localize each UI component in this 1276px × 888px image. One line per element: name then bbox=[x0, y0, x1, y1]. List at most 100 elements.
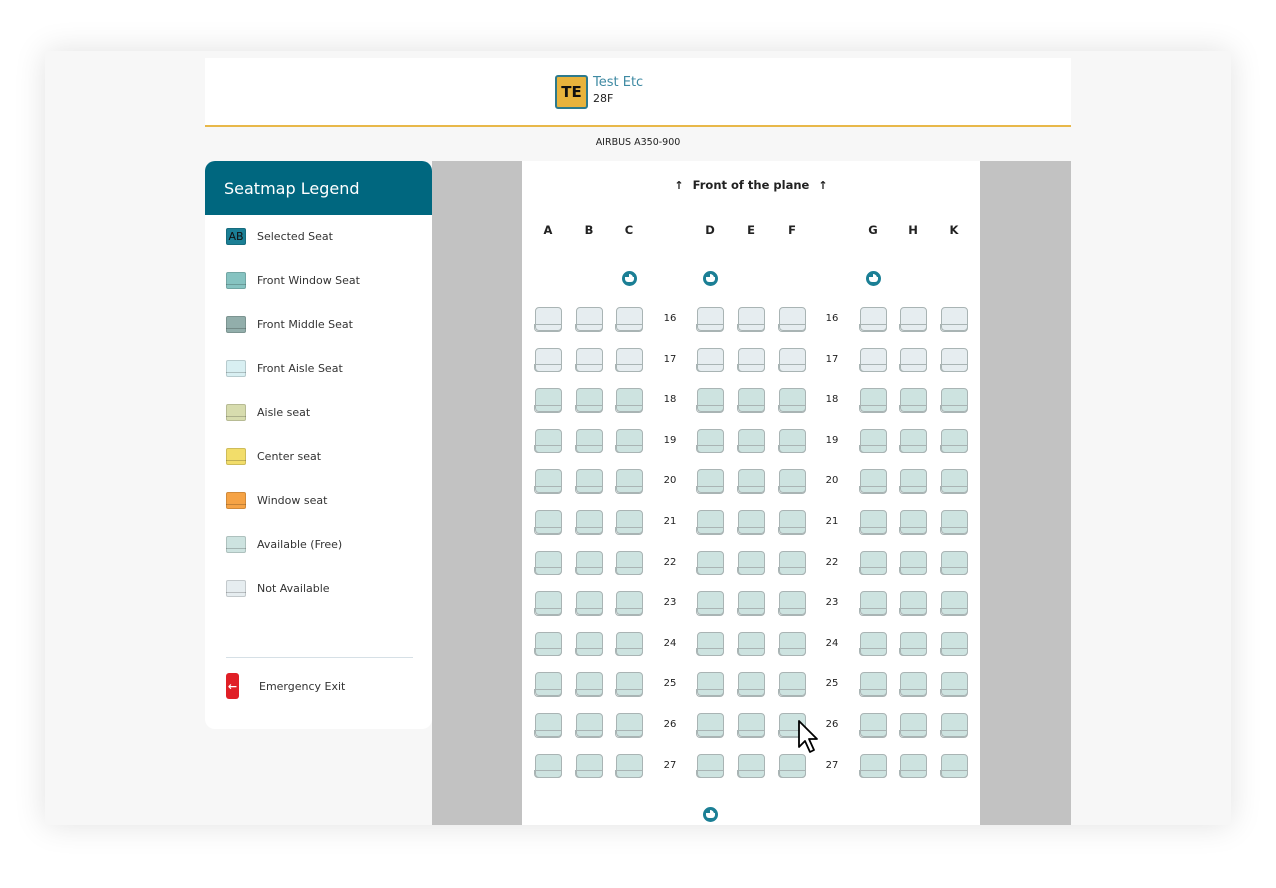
seat-19D[interactable] bbox=[696, 428, 724, 454]
seat-19C[interactable] bbox=[615, 428, 643, 454]
seat-22F[interactable] bbox=[778, 550, 806, 576]
seat-20F[interactable] bbox=[778, 469, 806, 494]
row-number: 19 bbox=[663, 434, 677, 446]
seat-22B[interactable] bbox=[575, 550, 603, 576]
seat-23C[interactable] bbox=[615, 591, 643, 616]
seat-18G[interactable] bbox=[859, 388, 887, 413]
seat-20H[interactable] bbox=[899, 469, 927, 494]
seat-23G[interactable] bbox=[859, 591, 887, 616]
seat-18C[interactable] bbox=[615, 388, 643, 413]
seat-20D[interactable] bbox=[696, 469, 724, 494]
seat-27F[interactable] bbox=[778, 753, 806, 779]
passenger-name[interactable]: Test Etc bbox=[593, 74, 643, 92]
seat-27C[interactable] bbox=[615, 753, 643, 779]
seat-21G[interactable] bbox=[859, 510, 887, 535]
seat-22H[interactable] bbox=[899, 550, 927, 576]
seat-22G[interactable] bbox=[859, 550, 887, 576]
row-number: 17 bbox=[663, 353, 677, 365]
seat-21B[interactable] bbox=[575, 510, 603, 535]
seat-18K[interactable] bbox=[940, 388, 968, 413]
seat-27B[interactable] bbox=[575, 753, 603, 779]
seat-22E[interactable] bbox=[737, 550, 765, 576]
seat-21H[interactable] bbox=[899, 510, 927, 535]
seat-19G[interactable] bbox=[859, 428, 887, 454]
seat-21C[interactable] bbox=[615, 510, 643, 535]
seat-23B[interactable] bbox=[575, 591, 603, 616]
seat-24F[interactable] bbox=[778, 631, 806, 657]
seat-26K[interactable] bbox=[940, 713, 968, 738]
seat-20E[interactable] bbox=[737, 469, 765, 494]
seat-26E[interactable] bbox=[737, 713, 765, 738]
seat-21D[interactable] bbox=[696, 510, 724, 535]
selected-seat-icon: AB bbox=[226, 228, 246, 245]
seat-23A[interactable] bbox=[534, 591, 562, 616]
seat-25D[interactable] bbox=[696, 672, 724, 697]
seat-25C[interactable] bbox=[615, 672, 643, 697]
seat-24A[interactable] bbox=[534, 631, 562, 657]
seat-24C[interactable] bbox=[615, 631, 643, 657]
seat-22D[interactable] bbox=[696, 550, 724, 576]
seat-19B[interactable] bbox=[575, 428, 603, 454]
seat-21F[interactable] bbox=[778, 510, 806, 535]
front-of-plane-text: Front of the plane bbox=[692, 178, 810, 192]
seat-18B[interactable] bbox=[575, 388, 603, 413]
seat-25H[interactable] bbox=[899, 672, 927, 697]
seat-22A[interactable] bbox=[534, 550, 562, 576]
seat-20A[interactable] bbox=[534, 469, 562, 494]
seat-25F[interactable] bbox=[778, 672, 806, 697]
seat-18H[interactable] bbox=[899, 388, 927, 413]
seat-19E[interactable] bbox=[737, 428, 765, 454]
seat-21A[interactable] bbox=[534, 510, 562, 535]
seat-19K[interactable] bbox=[940, 428, 968, 454]
seat-20K[interactable] bbox=[940, 469, 968, 494]
passenger-avatar[interactable]: TE bbox=[555, 75, 588, 109]
seat-26B[interactable] bbox=[575, 713, 603, 738]
seat-27K[interactable] bbox=[940, 753, 968, 779]
seat-23H[interactable] bbox=[899, 591, 927, 616]
seat-18F[interactable] bbox=[778, 388, 806, 413]
seat-27H[interactable] bbox=[899, 753, 927, 779]
seat-23F[interactable] bbox=[778, 591, 806, 616]
seat-25G[interactable] bbox=[859, 672, 887, 697]
seat-20B[interactable] bbox=[575, 469, 603, 494]
bassinet-icon bbox=[702, 271, 718, 286]
seat-26A[interactable] bbox=[534, 713, 562, 738]
seat-27E[interactable] bbox=[737, 753, 765, 779]
seat-18E[interactable] bbox=[737, 388, 765, 413]
legend-item: Center seat bbox=[226, 448, 321, 465]
legend-item: Front Middle Seat bbox=[226, 316, 353, 333]
seat-24B[interactable] bbox=[575, 631, 603, 657]
seat-16D bbox=[696, 307, 724, 332]
seat-23E[interactable] bbox=[737, 591, 765, 616]
seat-25A[interactable] bbox=[534, 672, 562, 697]
seat-26H[interactable] bbox=[899, 713, 927, 738]
seat-22C[interactable] bbox=[615, 550, 643, 576]
seat-23K[interactable] bbox=[940, 591, 968, 616]
seat-27G[interactable] bbox=[859, 753, 887, 779]
seat-24H[interactable] bbox=[899, 631, 927, 657]
seat-20C[interactable] bbox=[615, 469, 643, 494]
seat-19A[interactable] bbox=[534, 428, 562, 454]
seat-21E[interactable] bbox=[737, 510, 765, 535]
seat-25E[interactable] bbox=[737, 672, 765, 697]
seat-23D[interactable] bbox=[696, 591, 724, 616]
seat-26C[interactable] bbox=[615, 713, 643, 738]
seat-24K[interactable] bbox=[940, 631, 968, 657]
passenger-selector[interactable]: TE Test Etc 28F bbox=[555, 75, 643, 109]
seat-24G[interactable] bbox=[859, 631, 887, 657]
seat-26D[interactable] bbox=[696, 713, 724, 738]
seat-27A[interactable] bbox=[534, 753, 562, 779]
seat-25B[interactable] bbox=[575, 672, 603, 697]
seat-18A[interactable] bbox=[534, 388, 562, 413]
seat-24E[interactable] bbox=[737, 631, 765, 657]
seat-18D[interactable] bbox=[696, 388, 724, 413]
seat-21K[interactable] bbox=[940, 510, 968, 535]
seat-22K[interactable] bbox=[940, 550, 968, 576]
seat-20G[interactable] bbox=[859, 469, 887, 494]
seat-25K[interactable] bbox=[940, 672, 968, 697]
seat-26G[interactable] bbox=[859, 713, 887, 738]
seat-24D[interactable] bbox=[696, 631, 724, 657]
seat-27D[interactable] bbox=[696, 753, 724, 779]
seat-19H[interactable] bbox=[899, 428, 927, 454]
seat-19F[interactable] bbox=[778, 428, 806, 454]
